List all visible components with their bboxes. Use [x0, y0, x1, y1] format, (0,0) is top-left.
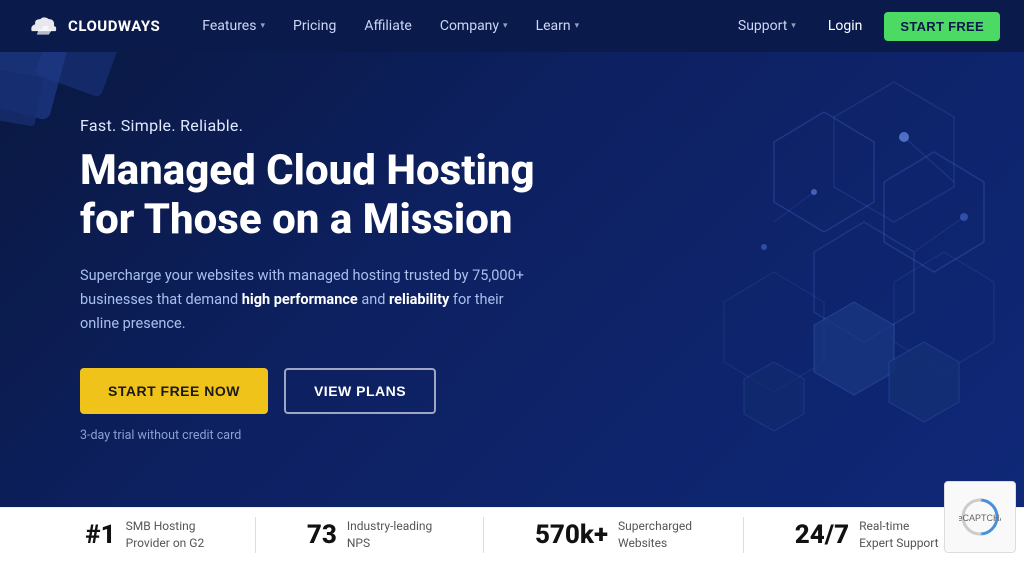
hero-content: Fast. Simple. Reliable. Managed Cloud Ho…	[0, 116, 540, 442]
logo-text: CLOUDWAYS	[68, 17, 160, 35]
stat-item-websites: 570k+ SuperchargedWebsites	[535, 518, 692, 552]
stat-label-websites: SuperchargedWebsites	[618, 518, 692, 552]
stat-item-support: 24/7 Real-timeExpert Support	[795, 518, 939, 552]
stat-label-rank: SMB HostingProvider on G2	[126, 518, 205, 552]
nav-item-features[interactable]: Features ▾	[190, 12, 277, 40]
hex-decoration	[504, 52, 1024, 507]
stat-divider-3	[743, 517, 744, 553]
nav-item-pricing[interactable]: Pricing	[281, 12, 348, 40]
stat-divider	[255, 517, 256, 553]
nav-item-learn[interactable]: Learn ▾	[524, 12, 592, 40]
navbar: CLOUDWAYS Features ▾ Pricing Affiliate C…	[0, 0, 1024, 52]
cloudways-logo-icon	[24, 14, 60, 38]
stat-item-nps: 73 Industry-leadingNPS	[307, 518, 432, 552]
chevron-down-icon: ▾	[575, 21, 580, 31]
nav-item-company[interactable]: Company ▾	[428, 12, 520, 40]
recaptcha-widget[interactable]: reCAPTCHA	[944, 481, 1016, 553]
nav-login[interactable]: Login	[814, 12, 877, 40]
nav-start-free-button[interactable]: START FREE	[884, 12, 1000, 41]
hero-description: Supercharge your websites with managed h…	[80, 264, 540, 336]
stat-divider-2	[483, 517, 484, 553]
stats-bar: #1 SMB HostingProvider on G2 73 Industry…	[0, 507, 1024, 561]
hero-section: Fast. Simple. Reliable. Managed Cloud Ho…	[0, 52, 1024, 507]
chevron-down-icon: ▾	[791, 21, 796, 31]
hero-trial-note: 3-day trial without credit card	[80, 428, 540, 443]
hero-tagline: Fast. Simple. Reliable.	[80, 116, 540, 135]
chevron-down-icon: ▾	[503, 21, 508, 31]
logo[interactable]: CLOUDWAYS	[24, 14, 160, 38]
nav-links: Features ▾ Pricing Affiliate Company ▾ L…	[190, 12, 728, 40]
stat-label-nps: Industry-leadingNPS	[347, 518, 432, 552]
recaptcha-icon: reCAPTCHA	[959, 496, 1001, 538]
stat-number-websites: 570k+	[535, 520, 608, 550]
chevron-down-icon: ▾	[260, 21, 265, 31]
stat-number-rank: #1	[85, 520, 115, 550]
stat-number-support: 24/7	[795, 520, 849, 550]
stat-label-support: Real-timeExpert Support	[859, 518, 938, 552]
nav-right: Support ▾ Login START FREE	[728, 12, 1000, 41]
hero-buttons: START FREE NOW VIEW PLANS	[80, 368, 540, 414]
svg-text:reCAPTCHA: reCAPTCHA	[959, 513, 1001, 523]
nav-support[interactable]: Support ▾	[728, 12, 806, 40]
view-plans-button[interactable]: VIEW PLANS	[284, 368, 436, 414]
start-free-now-button[interactable]: START FREE NOW	[80, 368, 268, 414]
stat-item-rank: #1 SMB HostingProvider on G2	[85, 518, 204, 552]
hero-title: Managed Cloud Hosting for Those on a Mis…	[80, 147, 540, 244]
nav-item-affiliate[interactable]: Affiliate	[352, 12, 424, 40]
stat-number-nps: 73	[307, 520, 337, 550]
